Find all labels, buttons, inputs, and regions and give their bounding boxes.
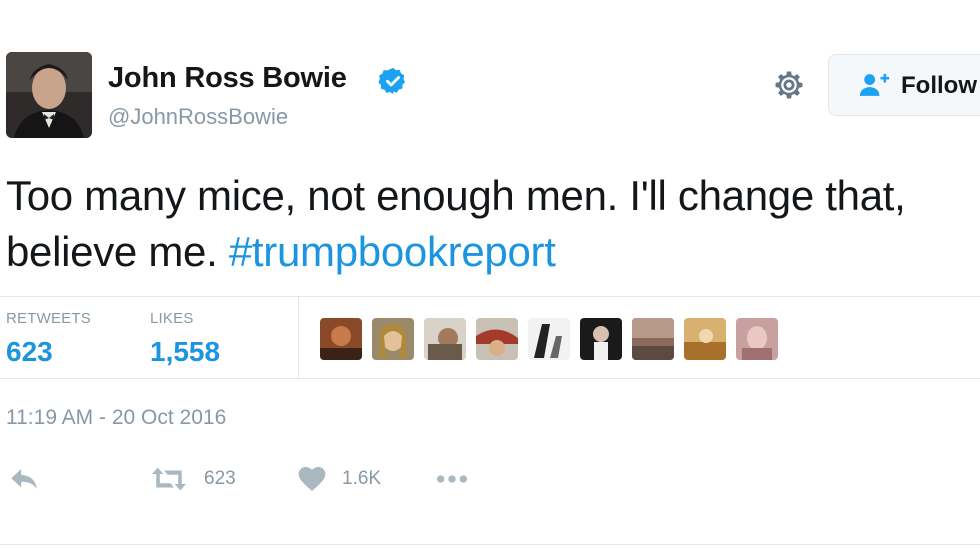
liker-avatar[interactable] xyxy=(528,318,570,360)
like-count: 1.6K xyxy=(342,468,382,489)
liker-avatar[interactable] xyxy=(632,318,674,360)
divider xyxy=(0,378,980,379)
retweet-icon[interactable] xyxy=(150,462,188,496)
liker-avatar[interactable] xyxy=(684,318,726,360)
verified-badge-icon xyxy=(378,67,405,95)
retweets-label: RETWEETS xyxy=(6,310,91,327)
follow-button-label: Follow xyxy=(901,72,977,99)
more-icon[interactable] xyxy=(434,462,470,496)
likes-count[interactable]: 1,558 xyxy=(150,336,220,368)
bottom-divider xyxy=(0,544,980,545)
liker-avatar[interactable] xyxy=(424,318,466,360)
retweet-count: 623 xyxy=(204,468,236,489)
likes-label: LIKES xyxy=(150,310,194,327)
divider xyxy=(0,296,980,297)
reply-icon[interactable] xyxy=(6,462,42,496)
tweet-text: Too many mice, not enough men. I'll chan… xyxy=(6,168,966,280)
gear-icon[interactable] xyxy=(770,66,808,104)
hashtag-link[interactable]: #trumpbookreport xyxy=(229,228,556,275)
user-handle[interactable]: @JohnRossBowie xyxy=(108,104,288,130)
liker-avatar[interactable] xyxy=(372,318,414,360)
liker-avatar[interactable] xyxy=(736,318,778,360)
tweet-timestamp[interactable]: 11:19 AM - 20 Oct 2016 xyxy=(6,406,226,430)
heart-icon[interactable] xyxy=(296,462,328,496)
liker-avatar[interactable] xyxy=(320,318,362,360)
add-user-icon xyxy=(859,73,890,96)
liker-avatar[interactable] xyxy=(580,318,622,360)
stats-divider xyxy=(298,296,299,378)
user-display-name[interactable]: John Ross Bowie xyxy=(108,62,347,95)
retweets-count[interactable]: 623 xyxy=(6,336,53,368)
user-avatar[interactable] xyxy=(6,52,92,138)
liker-avatar[interactable] xyxy=(476,318,518,360)
follow-button[interactable]: Follow xyxy=(828,54,980,116)
